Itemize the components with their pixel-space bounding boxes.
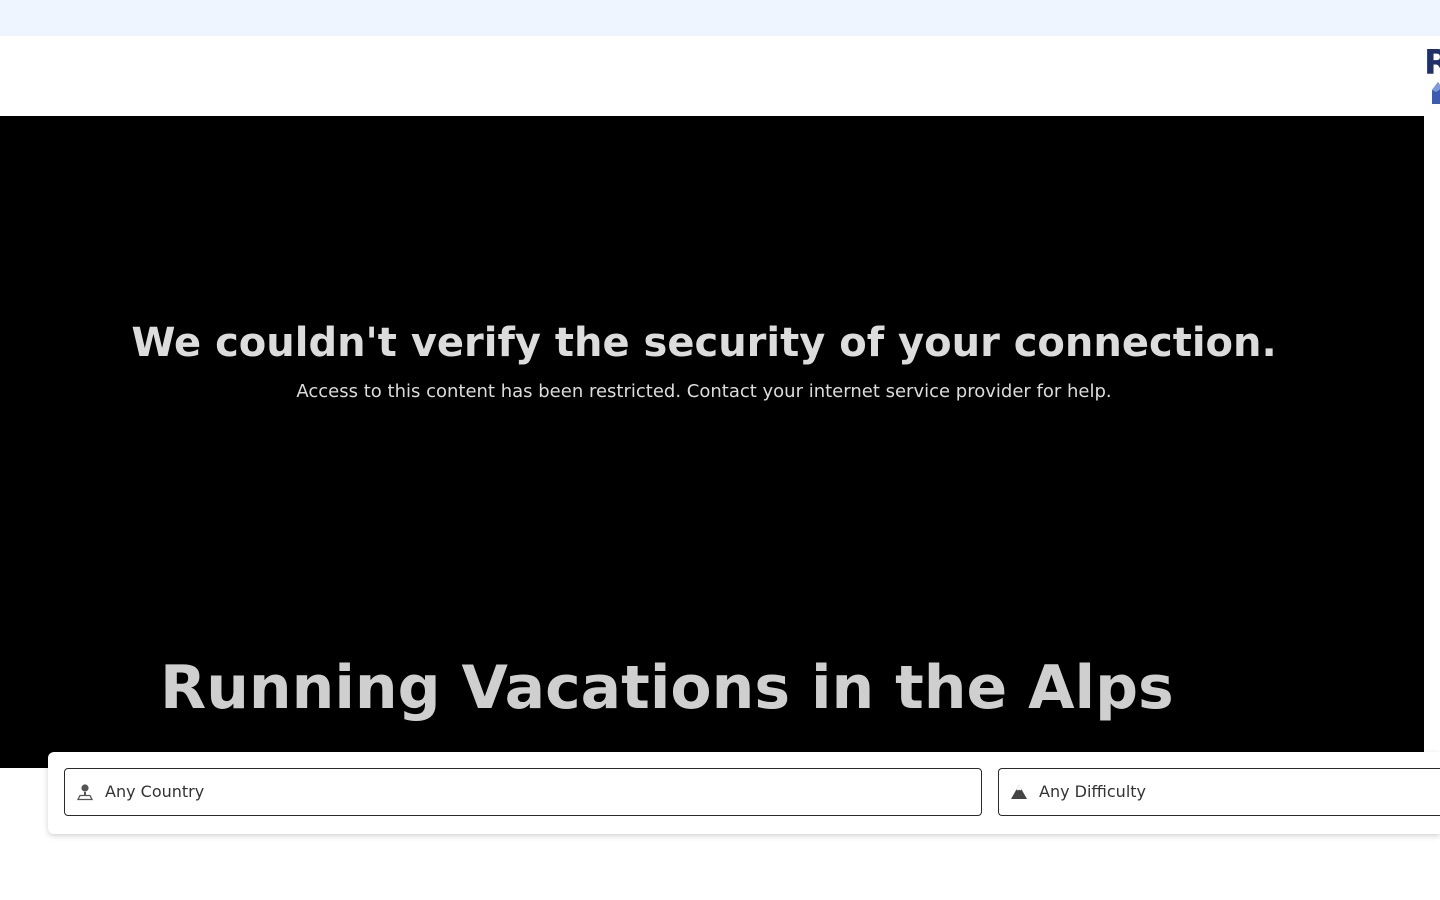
- difficulty-filter-select[interactable]: Any Difficulty: [998, 768, 1440, 816]
- map-pin-icon: [76, 784, 94, 801]
- hero-section: We couldn't verify the security of your …: [0, 116, 1424, 768]
- connection-error-message: Access to this content has been restrict…: [296, 381, 1112, 402]
- mountain-icon: [1011, 785, 1027, 799]
- difficulty-filter-label: Any Difficulty: [1039, 782, 1146, 801]
- search-filter-bar: Any Country Any Difficulty: [48, 752, 1440, 834]
- country-filter-label: Any Country: [105, 782, 205, 801]
- site-header: R: [0, 36, 1440, 116]
- logo-mountain-icon: [1432, 82, 1440, 104]
- site-logo[interactable]: R: [1424, 46, 1440, 106]
- top-banner-strip: [0, 0, 1440, 36]
- page-title: Running Vacations in the Alps: [160, 653, 1174, 723]
- logo-text: R: [1424, 46, 1440, 83]
- country-filter-select[interactable]: Any Country: [64, 768, 982, 816]
- connection-error-title: We couldn't verify the security of your …: [131, 320, 1277, 366]
